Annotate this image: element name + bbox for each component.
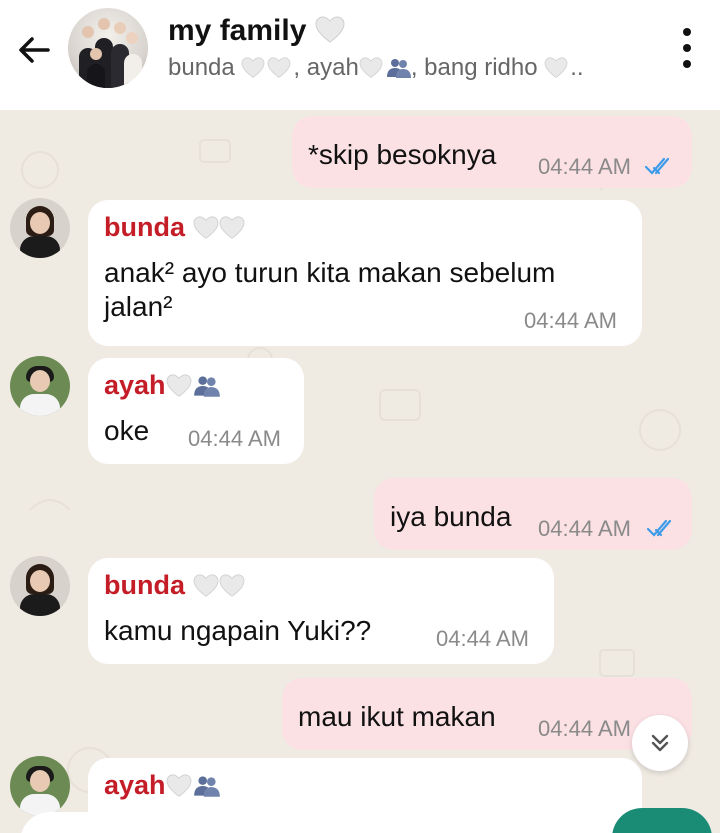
member-ellipsis: .. (570, 54, 584, 81)
avatar-bunda[interactable] (10, 556, 70, 616)
incoming-message[interactable]: bunda kamu ngapain Yuki?? 04:44 AM (88, 558, 554, 664)
avatar-ayah[interactable] (10, 756, 70, 816)
white-heart-icon (359, 57, 385, 83)
message-time: 04:44 AM (524, 308, 617, 333)
white-heart-icon (166, 774, 192, 800)
outgoing-message[interactable]: iya bunda 04:44 AM (374, 478, 692, 550)
white-heart-icon (219, 216, 245, 242)
busts-icon (385, 57, 411, 83)
white-heart-icon (241, 57, 267, 83)
group-name: my family (168, 14, 307, 47)
group-title[interactable]: my family (168, 14, 345, 48)
message-time: 04:44 AM (436, 626, 529, 651)
member-separator: , ayah (293, 54, 359, 81)
message-time: 04:44 AM (538, 516, 631, 541)
white-heart-icon (267, 57, 293, 83)
back-arrow-icon[interactable] (14, 30, 54, 70)
read-ticks-icon (644, 157, 670, 175)
message-text: kamu ngapain Yuki?? (104, 615, 372, 646)
mic-button[interactable] (612, 808, 712, 833)
chat-header: my family bunda , ayah , bang ridho .. (0, 0, 720, 110)
message-text: oke (104, 415, 150, 446)
double-chevron-down-icon (651, 734, 669, 752)
sender-name: bunda (104, 570, 245, 601)
white-heart-icon (219, 574, 245, 600)
message-line: jalan² (104, 291, 173, 322)
avatar-ayah[interactable] (10, 356, 70, 416)
white-heart-icon (193, 574, 219, 600)
busts-icon (192, 774, 220, 800)
member-separator: , bang ridho (410, 54, 538, 81)
sender-name: ayah (104, 770, 220, 801)
message-text: mau ikut makan (298, 701, 496, 732)
sender-name: ayah (104, 370, 220, 401)
message-text: anak² ayo turun kita makan sebelum jalan… (104, 256, 555, 324)
message-line: anak² ayo turun kita makan sebelum (104, 257, 556, 288)
sender-name: bunda (104, 212, 245, 243)
incoming-message[interactable]: ayah oke 04:44 AM (88, 358, 304, 464)
message-input[interactable] (20, 812, 590, 833)
incoming-message[interactable]: bunda anak² ayo turun kita makan sebelum… (88, 200, 642, 346)
white-heart-icon (193, 216, 219, 242)
message-text: iya bunda (390, 501, 512, 532)
member-bunda: bunda (168, 54, 235, 81)
kebab-menu-icon[interactable] (682, 28, 692, 68)
white-heart-icon (166, 374, 192, 400)
outgoing-message[interactable]: mau ikut makan 04:44 AM (282, 678, 692, 750)
busts-icon (192, 374, 220, 400)
message-list[interactable]: *skip besoknya 04:44 AM bunda anak² ayo … (0, 110, 720, 833)
message-time: 04:44 AM (538, 716, 631, 741)
message-text: *skip besoknya (308, 139, 497, 170)
message-time: 04:44 AM (188, 426, 281, 451)
scroll-to-bottom-button[interactable] (632, 715, 688, 771)
outgoing-message[interactable]: *skip besoknya 04:44 AM (292, 116, 692, 188)
group-members[interactable]: bunda , ayah , bang ridho .. (168, 54, 584, 83)
group-avatar[interactable] (68, 8, 148, 88)
read-ticks-icon (646, 519, 672, 537)
message-time: 04:44 AM (538, 154, 631, 179)
white-heart-icon (315, 16, 345, 43)
white-heart-icon (544, 57, 570, 83)
avatar-bunda[interactable] (10, 198, 70, 258)
